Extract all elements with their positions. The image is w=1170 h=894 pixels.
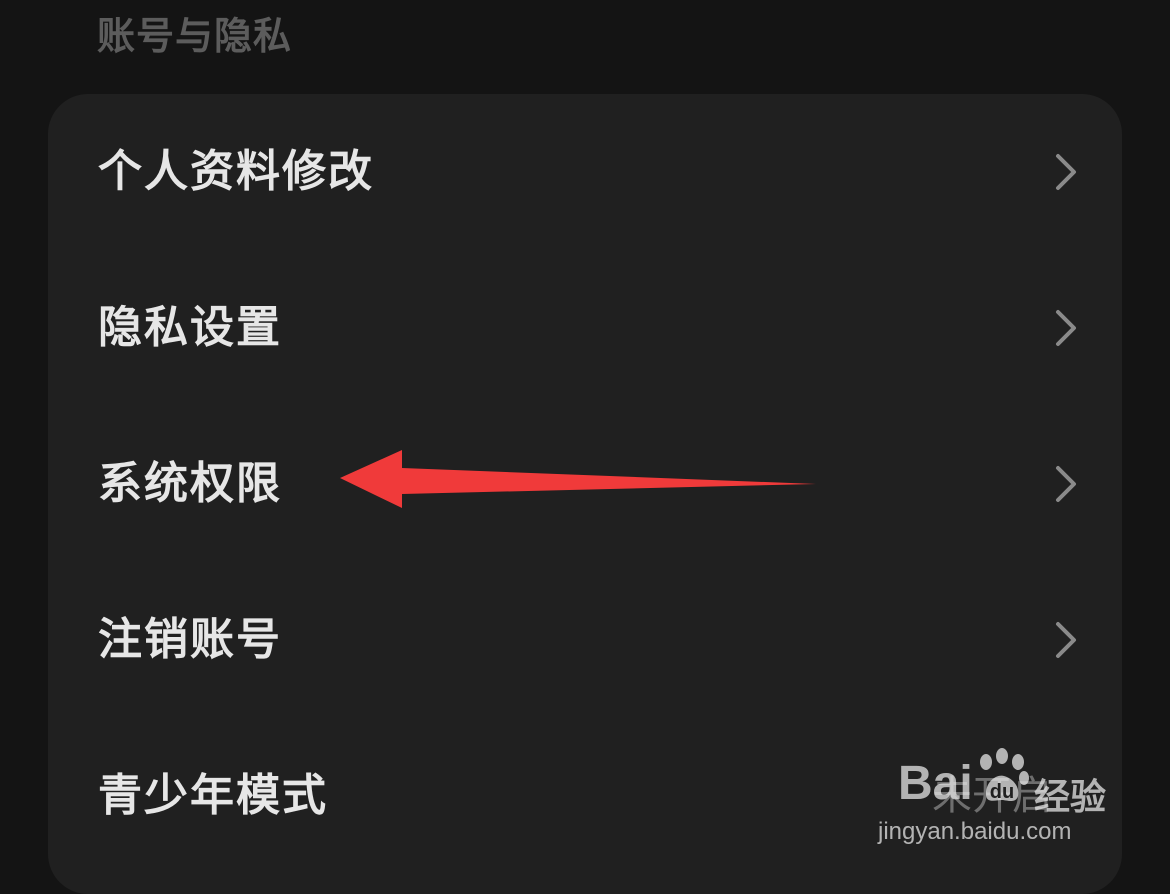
settings-card: 个人资料修改 隐私设置 系统权限 注销账号 青少年模式 未开启 [48, 94, 1122, 894]
settings-item-profile[interactable]: 个人资料修改 [48, 94, 1122, 250]
chevron-right-icon [1056, 466, 1076, 502]
settings-item-delete-account[interactable]: 注销账号 [48, 562, 1122, 718]
chevron-right-icon [1056, 154, 1076, 190]
settings-item-label: 系统权限 [98, 458, 282, 509]
teen-mode-status: 未开启 [932, 773, 1052, 819]
chevron-right-icon [1056, 310, 1076, 346]
settings-item-label: 青少年模式 [98, 770, 328, 821]
section-title: 账号与隐私 [97, 14, 293, 58]
settings-item-system-permissions[interactable]: 系统权限 [48, 406, 1122, 562]
settings-item-privacy[interactable]: 隐私设置 [48, 250, 1122, 406]
settings-item-label: 注销账号 [98, 614, 282, 665]
settings-item-label: 隐私设置 [98, 302, 282, 353]
settings-item-label: 个人资料修改 [98, 146, 374, 197]
chevron-right-icon [1056, 622, 1076, 658]
settings-item-teen-mode[interactable]: 青少年模式 未开启 [48, 718, 1122, 874]
